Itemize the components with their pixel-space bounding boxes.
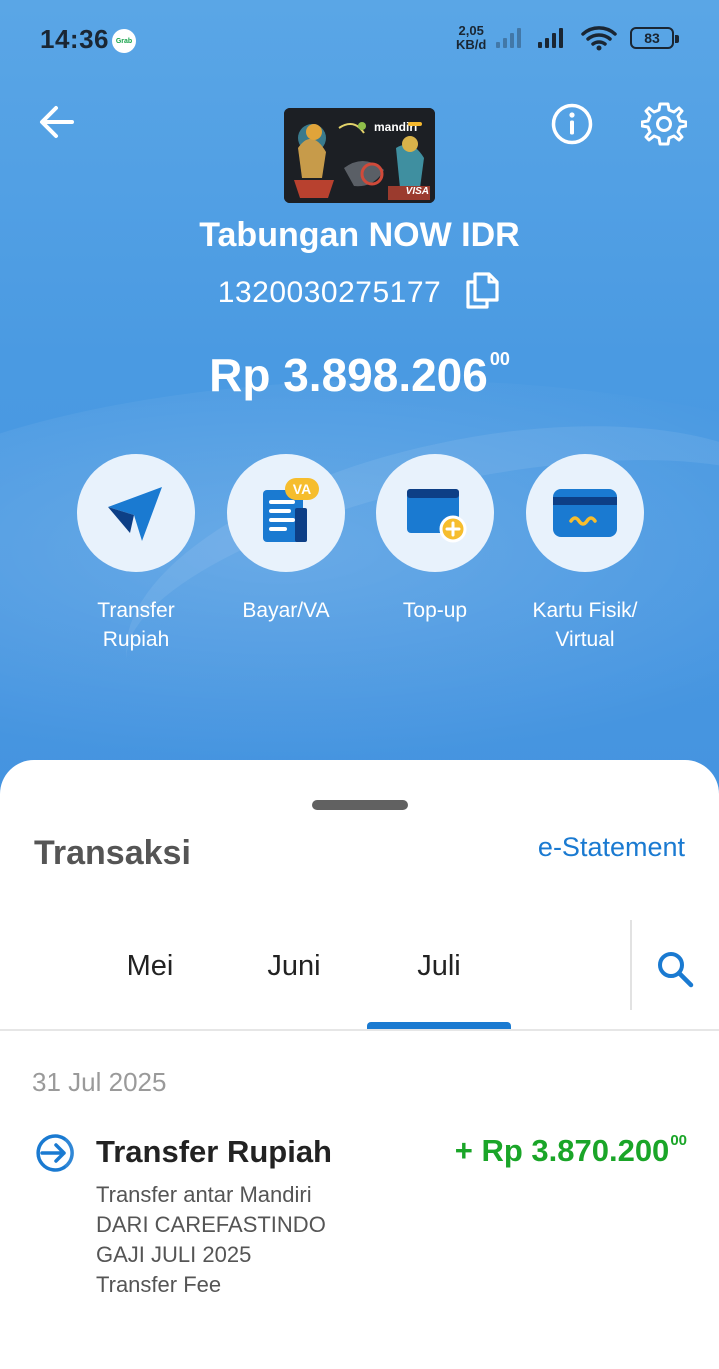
battery-icon: 83	[630, 27, 679, 49]
transaction-detail-line: GAJI JULI 2025	[96, 1242, 252, 1267]
network-speed-value: 2,05	[458, 23, 484, 38]
network-speed-unit: KB/d	[456, 37, 487, 52]
va-badge: VA	[293, 481, 311, 497]
transactions-sheet[interactable]: Transaksi e-Statement Mei Juni Juli 31 J…	[0, 760, 719, 1369]
bill-va-icon: VA	[263, 478, 319, 542]
action-icon-circle	[526, 454, 644, 572]
account-number: 1320030275177	[217, 275, 442, 309]
tab-juli[interactable]: Juli	[367, 950, 511, 983]
action-icon-circle: VA	[227, 454, 345, 572]
action-label: Top-up	[402, 599, 468, 622]
balance-cents: 00	[489, 349, 510, 369]
account-number-row: 1320030275177	[0, 270, 719, 315]
transaction-amount-main: + Rp 3.870.200	[454, 1133, 670, 1168]
info-button[interactable]	[548, 100, 596, 148]
action-transfer-rupiah[interactable]: Transfer Rupiah	[61, 454, 211, 654]
action-label: Kartu Fisik/	[532, 599, 638, 622]
tab-juni[interactable]: Juni	[222, 950, 366, 983]
account-name: Tabungan NOW IDR	[199, 216, 520, 254]
account-header: 14:36 Grab 2,05 KB/d 83 mandiri VISA Tab…	[0, 0, 719, 800]
transaction-title: Transfer Rupiah	[96, 1134, 332, 1169]
settings-button[interactable]	[638, 98, 690, 150]
copy-icon	[466, 272, 499, 309]
card-brand-wave	[408, 122, 422, 126]
action-label: Virtual	[555, 628, 615, 651]
action-label: Bayar/VA	[242, 599, 330, 622]
action-kartu-fisik-virtual[interactable]: Kartu Fisik/Virtual	[510, 454, 660, 654]
action-label: Transfer	[97, 599, 175, 622]
visa-logo: VISA	[405, 186, 429, 197]
section-title: Transaksi	[34, 834, 191, 872]
network-speed: 2,05 KB/d	[456, 24, 486, 52]
arrow-left-icon	[40, 106, 74, 138]
action-top-up[interactable]: Top-up	[360, 454, 510, 625]
gear-icon	[641, 102, 687, 146]
transaction-details: Transfer antar Mandiri DARI CAREFASTINDO…	[96, 1180, 326, 1300]
e-statement-link[interactable]: e-Statement	[538, 832, 685, 863]
status-time: 14:36	[40, 24, 109, 54]
status-bar: 14:36 Grab 2,05 KB/d 83	[40, 22, 679, 58]
wallet-plus-icon	[407, 489, 467, 543]
transaction-date: 31 Jul 2025	[32, 1067, 167, 1097]
copy-account-button[interactable]	[463, 270, 501, 315]
balance-amount: Rp 3.898.206	[209, 349, 488, 401]
action-icon-circle	[376, 454, 494, 572]
back-button[interactable]	[34, 100, 78, 144]
sheet-drag-handle[interactable]	[312, 800, 408, 810]
search-button[interactable]	[650, 944, 700, 994]
transfer-in-icon	[36, 1134, 74, 1172]
transaction-detail-line: Transfer Fee	[96, 1272, 222, 1297]
transaction-detail-line: Transfer antar Mandiri	[96, 1182, 312, 1207]
tab-divider	[630, 920, 632, 1010]
tabs-divider	[0, 1029, 719, 1031]
card-icon	[553, 489, 617, 537]
grab-notification-icon: Grab	[112, 29, 136, 53]
card-image: mandiri VISA	[284, 108, 435, 203]
search-icon	[658, 952, 694, 988]
transaction-amount-cents: 00	[670, 1132, 687, 1149]
wifi-icon	[581, 26, 617, 51]
signal-sim1-icon	[538, 26, 563, 48]
signal-sim2-icon	[496, 26, 521, 48]
send-icon	[108, 487, 162, 541]
info-circle-icon	[551, 103, 593, 145]
month-tabs: Mei Juni Juli	[0, 920, 719, 1030]
tab-mei[interactable]: Mei	[78, 950, 222, 983]
transaction-detail-line: DARI CAREFASTINDO	[96, 1212, 326, 1237]
action-bayar-va[interactable]: VA Bayar/VA	[211, 454, 361, 625]
action-icon-circle	[77, 454, 195, 572]
action-label: Rupiah	[102, 628, 170, 651]
account-balance: Rp 3.898.206 00	[0, 348, 719, 402]
transaction-amount: + Rp 3.870.20000	[455, 1132, 687, 1169]
